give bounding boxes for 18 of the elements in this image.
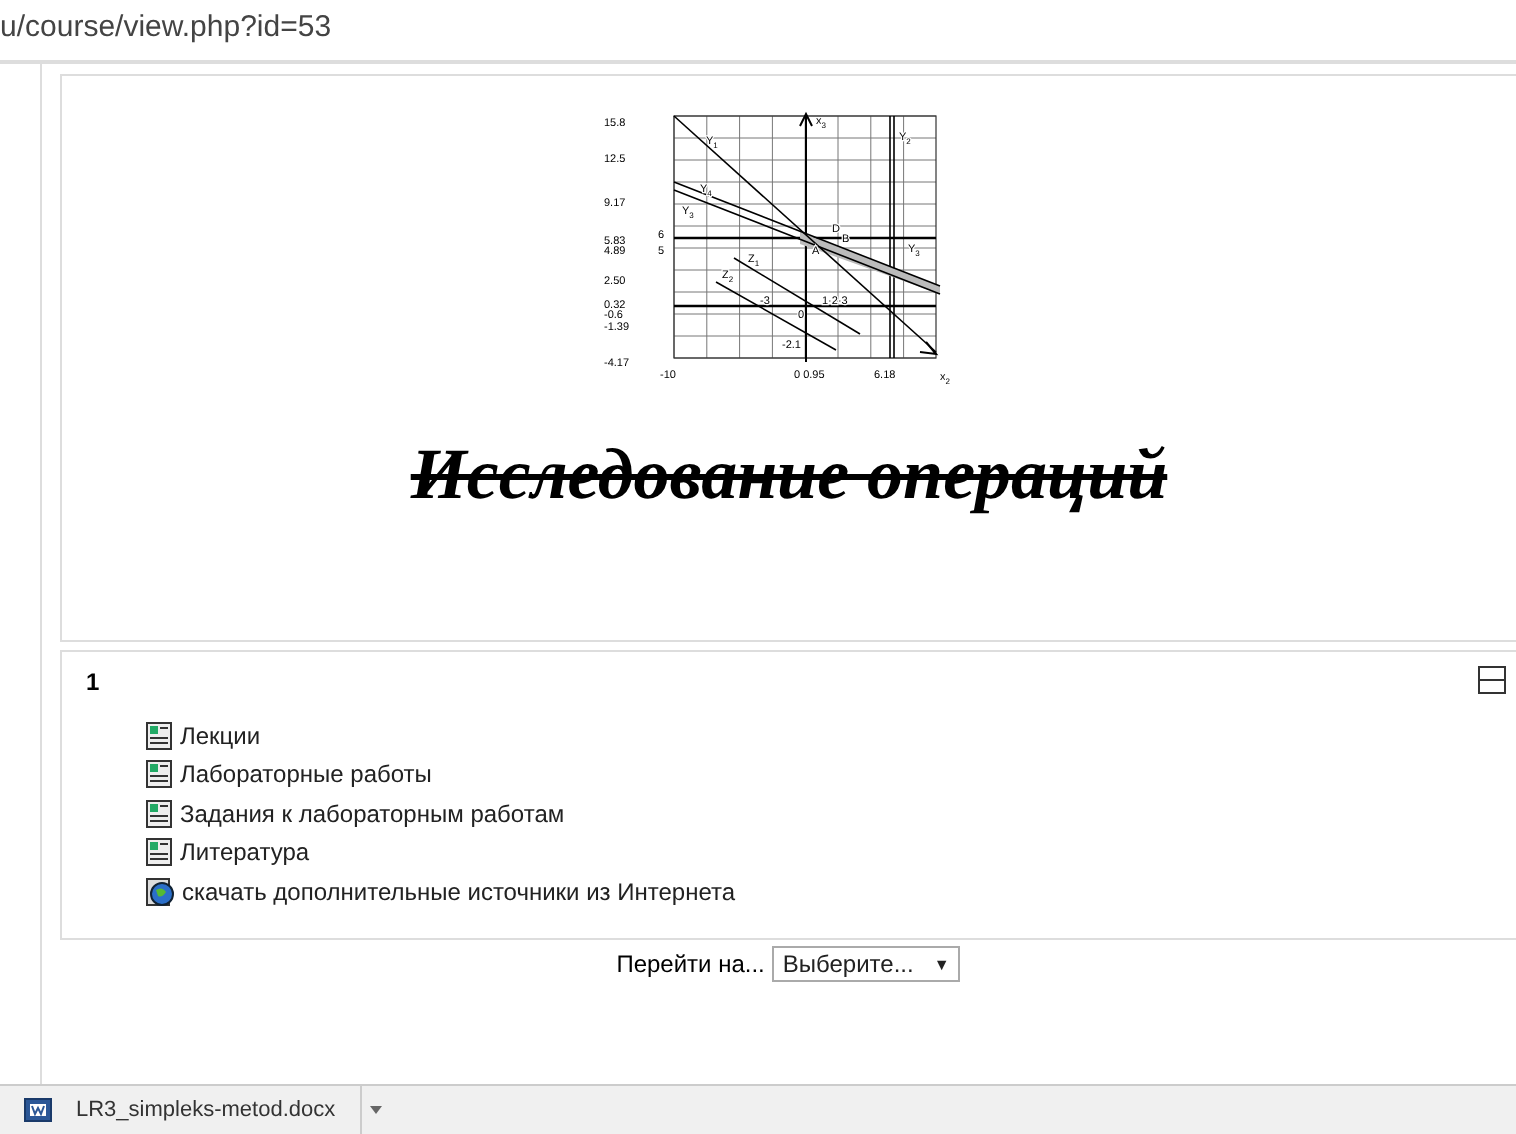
- document-icon: [146, 799, 172, 828]
- resource-link[interactable]: Лекции: [180, 721, 261, 750]
- collapse-icon[interactable]: [1478, 666, 1506, 694]
- resource-link[interactable]: Задания к лабораторным работам: [180, 799, 565, 828]
- url-text[interactable]: u/course/view.php?id=53: [0, 10, 332, 44]
- resource-link[interactable]: Лабораторные работы: [180, 760, 432, 789]
- globe-icon: [146, 877, 174, 906]
- dropdown-caret-icon[interactable]: [369, 1106, 382, 1114]
- section-number: 1: [86, 668, 100, 696]
- word-document-icon: [24, 1098, 52, 1122]
- course-title: Исследование операций: [410, 432, 1168, 516]
- document-icon: [146, 760, 172, 789]
- document-icon: [146, 838, 172, 867]
- section-select[interactable]: Выберите... ▼: [772, 946, 960, 982]
- resource-link[interactable]: скачать дополнительные источники из Интернета: [182, 877, 736, 906]
- jump-label: Перейти на...: [616, 950, 765, 978]
- document-icon: [146, 721, 172, 750]
- resource-link[interactable]: Литература: [180, 838, 310, 867]
